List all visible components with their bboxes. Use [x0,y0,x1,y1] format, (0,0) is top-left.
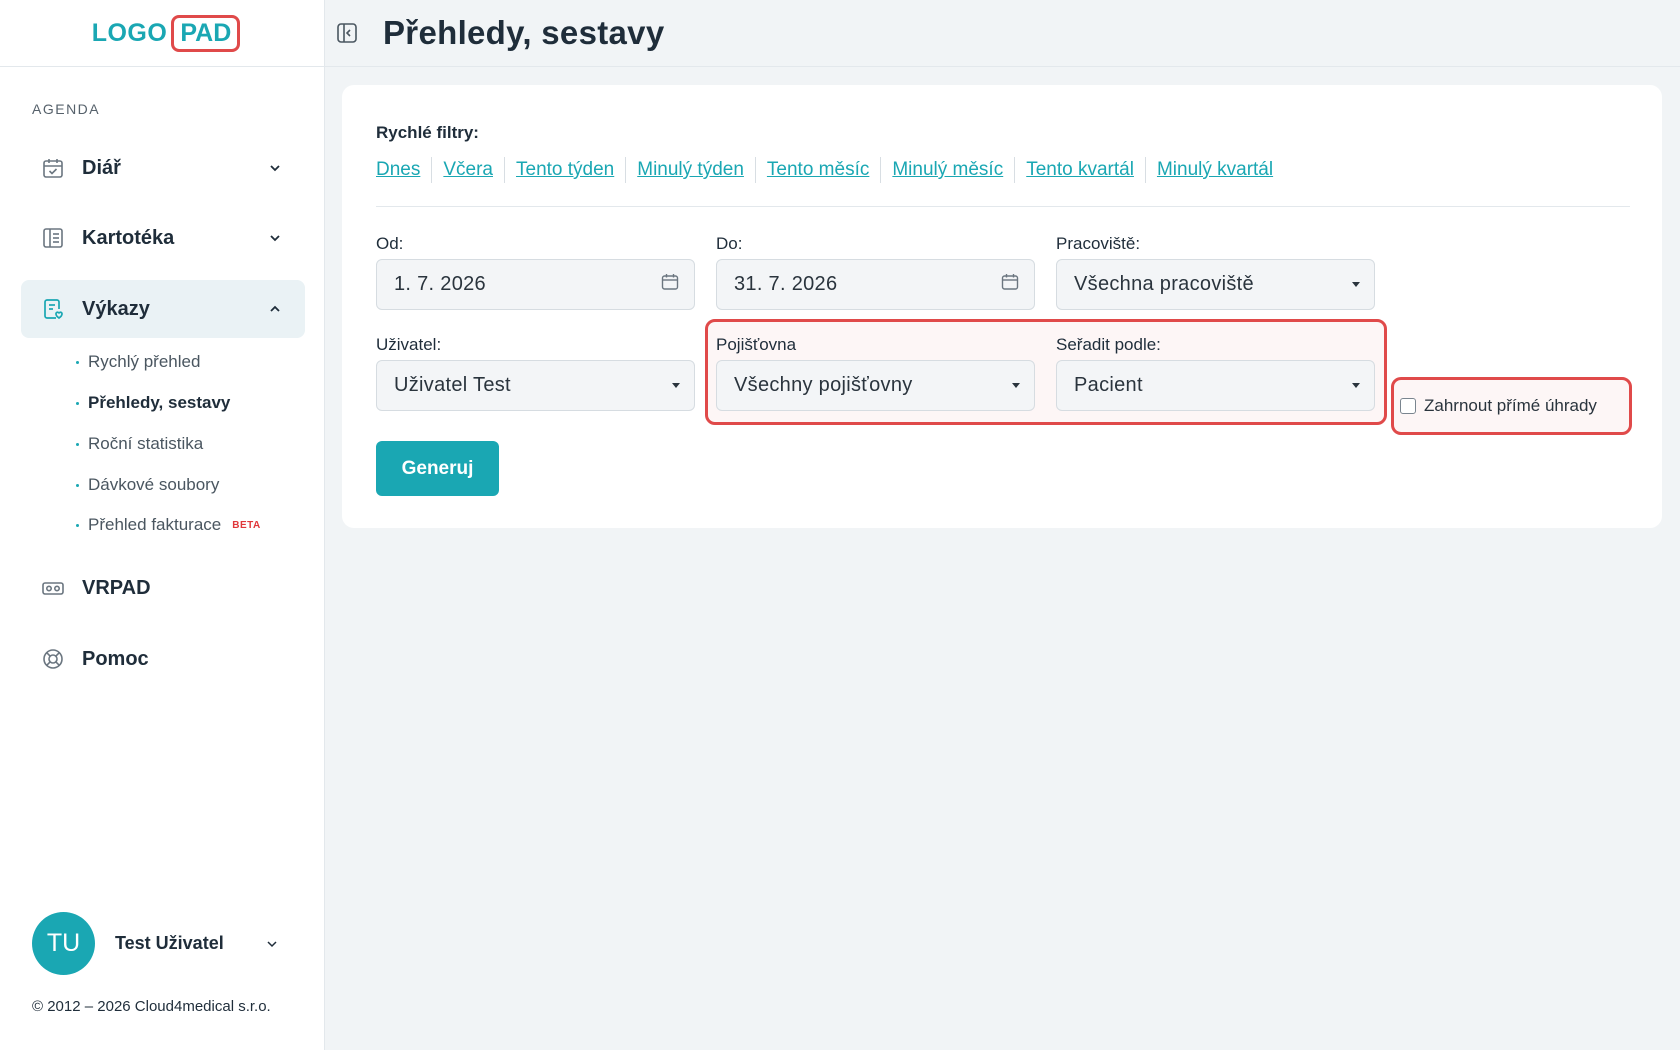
chevron-down-icon [265,158,285,178]
quick-filters-label: Rychlé filtry: [376,123,479,142]
calendar-check-icon [40,155,66,181]
quick-filter-vcera[interactable]: Včera [431,157,504,183]
logo-text: LOGO [91,18,168,47]
uzivatel-value: Uživatel Test [394,374,511,396]
calendar-icon[interactable] [1000,272,1020,297]
subitem-prehledy-sestavy[interactable]: Přehledy, sestavy [76,393,230,413]
dropdown-caret-icon [1352,282,1360,287]
chevron-up-icon [265,299,285,319]
quick-filter-minuly-tyden[interactable]: Minulý týden [625,157,755,183]
bullet-dot [76,483,79,487]
subitem-prehled-fakturace[interactable]: Přehled fakturace BETA [76,515,261,535]
subitem-label: Přehled fakturace [88,515,222,534]
sidebar-item-kartoteka[interactable]: Kartotéka [21,209,305,267]
sidebar: LOGO PAD AGENDA Diář Kartotéka Výkazy Ry… [0,0,325,1050]
logo[interactable]: LOGO PAD [0,0,324,67]
pracoviste-select[interactable]: Všechna pracoviště [1056,259,1375,310]
quick-filter-tento-kvartal[interactable]: Tento kvartál [1014,157,1145,183]
generate-button[interactable]: Generuj [376,441,499,496]
bullet-dot [76,523,79,527]
bullet-dot [76,360,79,364]
prime-uhrady-checkbox-row[interactable]: Zahrnout přímé úhrady [1400,396,1597,416]
subitem-davkove-soubory[interactable]: Dávkové soubory [76,475,219,495]
user-menu[interactable]: TU Test Uživatel [32,912,282,975]
uzivatel-label: Uživatel: [376,335,442,354]
chevron-down-icon [265,228,285,248]
bullet-dot [76,442,79,446]
pojistovna-select[interactable]: Všechny pojišťovny [716,360,1035,411]
sidebar-item-vykazy[interactable]: Výkazy [21,280,305,338]
sidebar-item-label: Diář [82,156,121,179]
subitem-label: Dávkové soubory [88,475,220,494]
quick-filters: Dnes Včera Tento týden Minulý týden Tent… [376,157,1284,183]
quick-filter-tento-tyden[interactable]: Tento týden [504,157,625,183]
bullet-dot [76,401,79,405]
subitem-rocni-statistika[interactable]: Roční statistika [76,434,203,454]
subitem-label: Přehledy, sestavy [88,393,231,412]
dropdown-caret-icon [1012,383,1020,388]
quick-filter-minuly-mesic[interactable]: Minulý měsíc [880,157,1014,183]
page-title: Přehledy, sestavy [383,14,665,51]
subitem-label: Rychlý přehled [88,352,201,371]
logo-pad-badge: PAD [171,14,241,52]
sidebar-item-label: Kartotéka [82,226,175,249]
do-label: Do: [716,234,743,253]
sidebar-item-label: VRPAD [82,576,151,599]
filters-card: Rychlé filtry: Dnes Včera Tento týden Mi… [342,85,1662,528]
od-date-field[interactable]: 1. 7. 2026 [376,259,695,310]
pracoviste-label: Pracoviště: [1056,234,1141,253]
seradit-select[interactable]: Pacient [1056,360,1375,411]
beta-badge: BETA [232,519,261,531]
lifebuoy-icon [40,646,66,672]
section-label: AGENDA [32,101,101,117]
collapse-sidebar-icon[interactable] [335,21,359,45]
uzivatel-select[interactable]: Uživatel Test [376,360,695,411]
sidebar-item-label: Výkazy [82,297,150,320]
quick-filter-minuly-kvartal[interactable]: Minulý kvartál [1144,157,1284,183]
od-label: Od: [376,234,404,253]
seradit-label: Seřadit podle: [1056,335,1161,354]
sidebar-item-diar[interactable]: Diář [21,139,305,197]
copyright: © 2012 – 2026 Cloud4medical s.r.o. [32,998,271,1015]
quick-filter-dnes[interactable]: Dnes [376,157,431,183]
card-index-icon [40,225,66,251]
do-date-value: 31. 7. 2026 [734,273,838,295]
sidebar-item-label: Pomoc [82,647,149,670]
pojistovna-label: Pojišťovna [716,335,797,354]
pojistovna-value: Všechny pojišťovny [734,374,913,396]
calendar-icon[interactable] [660,272,680,297]
dropdown-caret-icon [672,383,680,388]
chevron-down-icon [262,934,282,954]
subitem-rychly-prehled[interactable]: Rychlý přehled [76,352,200,372]
od-date-value: 1. 7. 2026 [394,273,486,295]
avatar: TU [32,912,95,975]
quick-filter-tento-mesic[interactable]: Tento měsíc [754,157,880,183]
vr-headset-icon [40,575,66,601]
report-icon [40,296,66,322]
subitem-label: Roční statistika [88,434,204,453]
sidebar-item-vrpad[interactable]: VRPAD [21,559,305,617]
prime-uhrady-label: Zahrnout přímé úhrady [1424,396,1597,415]
divider [376,206,1630,207]
page-header: Přehledy, sestavy [325,0,1680,67]
user-name: Test Uživatel [115,933,224,953]
sidebar-item-pomoc[interactable]: Pomoc [21,630,305,688]
pracoviste-value: Všechna pracoviště [1074,273,1254,295]
dropdown-caret-icon [1352,383,1360,388]
do-date-field[interactable]: 31. 7. 2026 [716,259,1035,310]
prime-uhrady-checkbox[interactable] [1400,398,1416,414]
seradit-value: Pacient [1074,374,1143,396]
